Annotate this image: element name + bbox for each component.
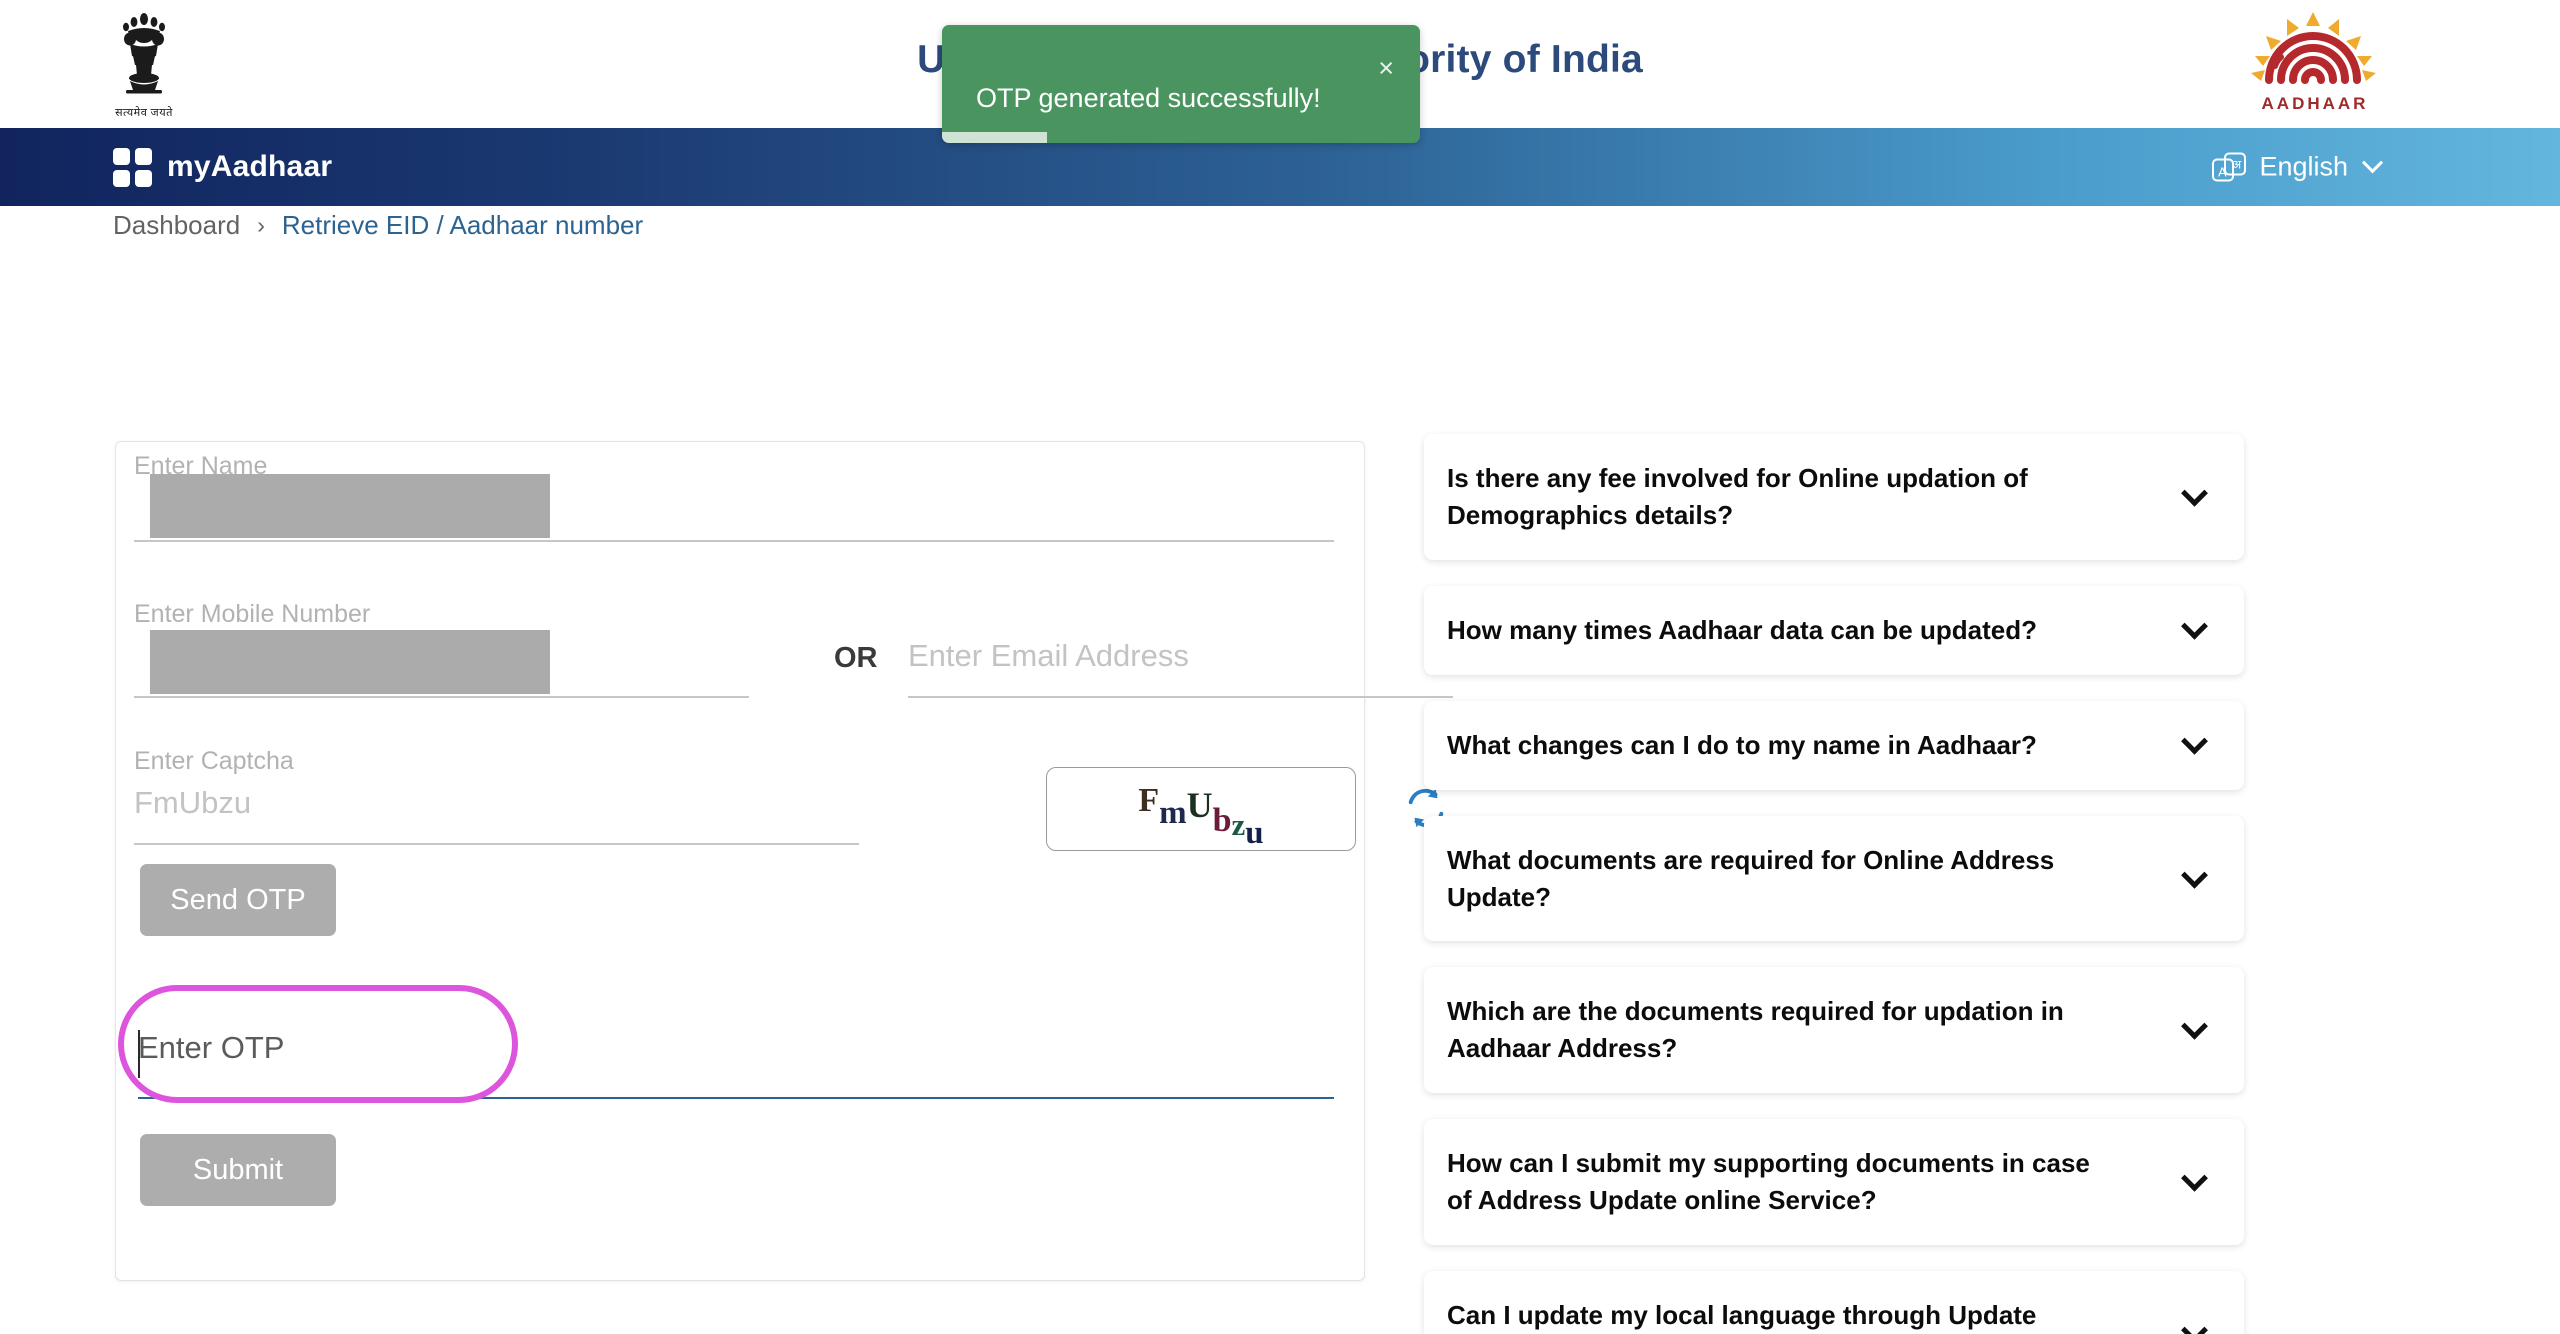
faq-item[interactable]: What changes can I do to my name in Aadh… — [1424, 700, 2244, 790]
toast-progress-track — [942, 132, 1420, 143]
translate-icon: A अ — [2212, 152, 2247, 182]
aadhaar-fingerprint-icon: AADHAAR — [2225, 10, 2405, 120]
otp-underline — [138, 1097, 1334, 1099]
name-field[interactable]: Enter Name — [134, 452, 1334, 542]
svg-text:A: A — [2218, 164, 2227, 179]
captcha-underline — [134, 843, 859, 845]
faq-item[interactable]: What documents are required for Online A… — [1424, 815, 2244, 942]
captcha-char: b — [1212, 801, 1232, 839]
captcha-image-text: FmUbzu — [1138, 783, 1263, 849]
captcha-image: FmUbzu — [1046, 767, 1356, 851]
captcha-char: m — [1159, 794, 1187, 831]
mobile-redaction — [150, 630, 550, 694]
faq-item[interactable]: How many times Aadhaar data can be updat… — [1424, 585, 2244, 675]
faq-question: How many times Aadhaar data can be updat… — [1447, 614, 2037, 645]
site-header: सत्यमेव जयते Unique Identification Autho… — [0, 0, 2560, 143]
breadcrumb-current[interactable]: Retrieve EID / Aadhaar number — [282, 210, 643, 241]
mobile-label: Enter Mobile Number — [134, 600, 371, 628]
faq-item[interactable]: How can I submit my supporting documents… — [1424, 1119, 2244, 1246]
or-separator: OR — [834, 642, 878, 674]
captcha-input-value: FmUbzu — [134, 785, 252, 820]
breadcrumb-dashboard[interactable]: Dashboard — [113, 210, 240, 241]
chevron-down-icon[interactable] — [2181, 1013, 2208, 1040]
faq-question: Is there any fee involved for Online upd… — [1447, 463, 2028, 530]
email-placeholder: Enter Email Address — [908, 638, 1189, 673]
send-otp-button[interactable]: Send OTP — [140, 864, 336, 936]
faq-item[interactable]: Which are the documents required for upd… — [1424, 967, 2244, 1094]
submit-button[interactable]: Submit — [140, 1134, 336, 1206]
chevron-down-icon[interactable] — [2181, 479, 2208, 507]
aadhaar-wordmark: AADHAAR — [2261, 94, 2369, 113]
success-toast[interactable]: × OTP generated successfully! — [942, 25, 1420, 143]
language-label: English — [2259, 151, 2348, 182]
grid-squares-icon — [113, 147, 152, 187]
toast-message: OTP generated successfully! — [976, 83, 1321, 113]
breadcrumb: Dashboard › Retrieve EID / Aadhaar numbe… — [113, 210, 643, 241]
captcha-label: Enter Captcha — [134, 747, 294, 775]
faq-panel: Is there any fee involved for Online upd… — [1424, 434, 2244, 1334]
chevron-down-icon[interactable] — [2181, 1316, 2208, 1334]
email-field[interactable]: Enter Email Address — [908, 600, 1453, 700]
chevron-down-icon[interactable] — [2181, 861, 2208, 889]
chevron-down-icon[interactable] — [2181, 1164, 2208, 1192]
captcha-char: u — [1245, 814, 1264, 851]
name-underline — [134, 540, 1334, 542]
breadcrumb-separator-icon: › — [257, 212, 265, 238]
close-icon[interactable]: × — [1378, 55, 1394, 82]
retrieve-form-card: Enter Name Enter Mobile Number OR Enter … — [115, 441, 1453, 1281]
faq-question: Which are the documents required for upd… — [1447, 996, 2064, 1064]
faq-item[interactable]: Can I update my local language through U… — [1424, 1271, 2244, 1334]
brand-logo[interactable]: myAadhaar — [113, 147, 333, 187]
otp-placeholder: Enter OTP — [138, 1030, 285, 1065]
faq-question: What changes can I do to my name in Aadh… — [1447, 729, 2037, 760]
name-redaction — [150, 474, 550, 538]
faq-question: How can I submit my supporting documents… — [1447, 1148, 2090, 1216]
chevron-down-icon — [2361, 152, 2384, 174]
captcha-input-field[interactable]: Enter Captcha FmUbzu — [134, 747, 859, 847]
chevron-down-icon[interactable] — [2181, 727, 2208, 755]
mobile-field[interactable]: Enter Mobile Number — [134, 600, 749, 700]
toast-progress-bar — [942, 132, 1048, 143]
faq-question: Can I update my local language through U… — [1447, 1300, 2037, 1331]
chevron-down-icon[interactable] — [2181, 613, 2208, 640]
captcha-char: F — [1138, 781, 1160, 819]
captcha-char: U — [1186, 784, 1213, 825]
faq-question: What documents are required for Online A… — [1447, 844, 2055, 912]
emblem-motto: सत्यमेव जयते — [115, 107, 173, 119]
email-underline — [908, 696, 1453, 698]
language-selector[interactable]: A अ English — [2212, 151, 2384, 183]
mobile-underline — [134, 696, 749, 698]
faq-item[interactable]: Is there any fee involved for Online upd… — [1424, 434, 2244, 560]
brand-name: myAadhaar — [167, 150, 333, 183]
captcha-char: z — [1231, 806, 1246, 842]
otp-field[interactable]: Enter OTP — [118, 985, 1334, 1103]
svg-text:अ: अ — [2232, 157, 2242, 171]
